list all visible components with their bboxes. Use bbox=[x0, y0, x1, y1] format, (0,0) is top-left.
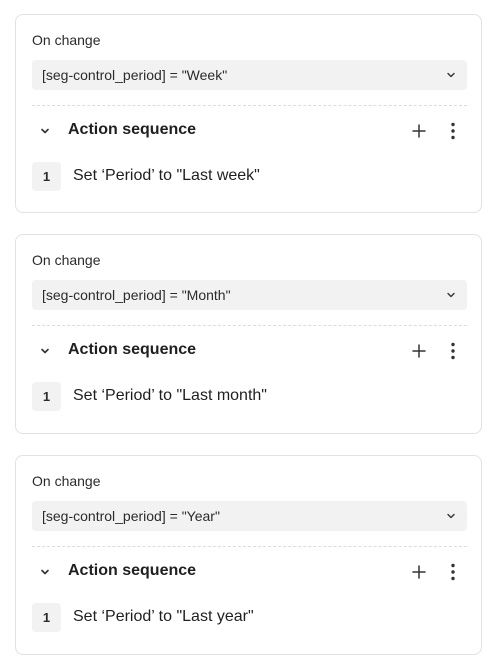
step-number-badge: 1 bbox=[32, 382, 61, 411]
action-item[interactable]: 1 Set ‘Period’ to "Last month" bbox=[32, 382, 467, 412]
chevron-down-icon bbox=[445, 510, 457, 522]
action-sequence-title: Action sequence bbox=[68, 121, 197, 138]
action-sequence-title: Action sequence bbox=[68, 341, 197, 358]
action-description: Set ‘Period’ to "Last week" bbox=[73, 167, 260, 184]
action-description: Set ‘Period’ to "Last month" bbox=[73, 387, 267, 404]
condition-value: [seg-control_period] = "Week" bbox=[42, 67, 228, 83]
action-item[interactable]: 1 Set ‘Period’ to "Last week" bbox=[32, 162, 467, 192]
section-divider bbox=[32, 105, 467, 106]
step-number-badge: 1 bbox=[32, 603, 61, 632]
trigger-label: On change bbox=[32, 252, 101, 268]
action-description: Set ‘Period’ to "Last year" bbox=[73, 608, 254, 625]
event-handler-card-week: On change [seg-control_period] = "Week" … bbox=[15, 14, 482, 213]
action-sequence-header: Action sequence bbox=[32, 338, 467, 364]
condition-value: [seg-control_period] = "Month" bbox=[42, 287, 231, 303]
plus-icon[interactable] bbox=[410, 563, 428, 581]
action-sequence-header: Action sequence bbox=[32, 559, 467, 585]
plus-icon[interactable] bbox=[410, 122, 428, 140]
action-sequence-header: Action sequence bbox=[32, 118, 467, 144]
trigger-label: On change bbox=[32, 473, 101, 489]
more-vertical-icon[interactable] bbox=[444, 341, 462, 361]
chevron-down-icon bbox=[445, 69, 457, 81]
event-handler-card-year: On change [seg-control_period] = "Year" … bbox=[15, 455, 482, 655]
condition-select[interactable]: [seg-control_period] = "Month" bbox=[32, 280, 467, 310]
more-vertical-icon[interactable] bbox=[444, 121, 462, 141]
more-vertical-icon[interactable] bbox=[444, 562, 462, 582]
chevron-down-icon bbox=[445, 289, 457, 301]
event-handler-card-month: On change [seg-control_period] = "Month"… bbox=[15, 234, 482, 434]
section-divider bbox=[32, 546, 467, 547]
condition-value: [seg-control_period] = "Year" bbox=[42, 508, 220, 524]
condition-select[interactable]: [seg-control_period] = "Week" bbox=[32, 60, 467, 90]
plus-icon[interactable] bbox=[410, 342, 428, 360]
collapse-chevron-icon[interactable] bbox=[38, 124, 52, 138]
collapse-chevron-icon[interactable] bbox=[38, 344, 52, 358]
condition-select[interactable]: [seg-control_period] = "Year" bbox=[32, 501, 467, 531]
step-number-badge: 1 bbox=[32, 162, 61, 191]
action-sequence-title: Action sequence bbox=[68, 562, 197, 579]
collapse-chevron-icon[interactable] bbox=[38, 565, 52, 579]
trigger-label: On change bbox=[32, 32, 101, 48]
section-divider bbox=[32, 325, 467, 326]
action-item[interactable]: 1 Set ‘Period’ to "Last year" bbox=[32, 603, 467, 633]
